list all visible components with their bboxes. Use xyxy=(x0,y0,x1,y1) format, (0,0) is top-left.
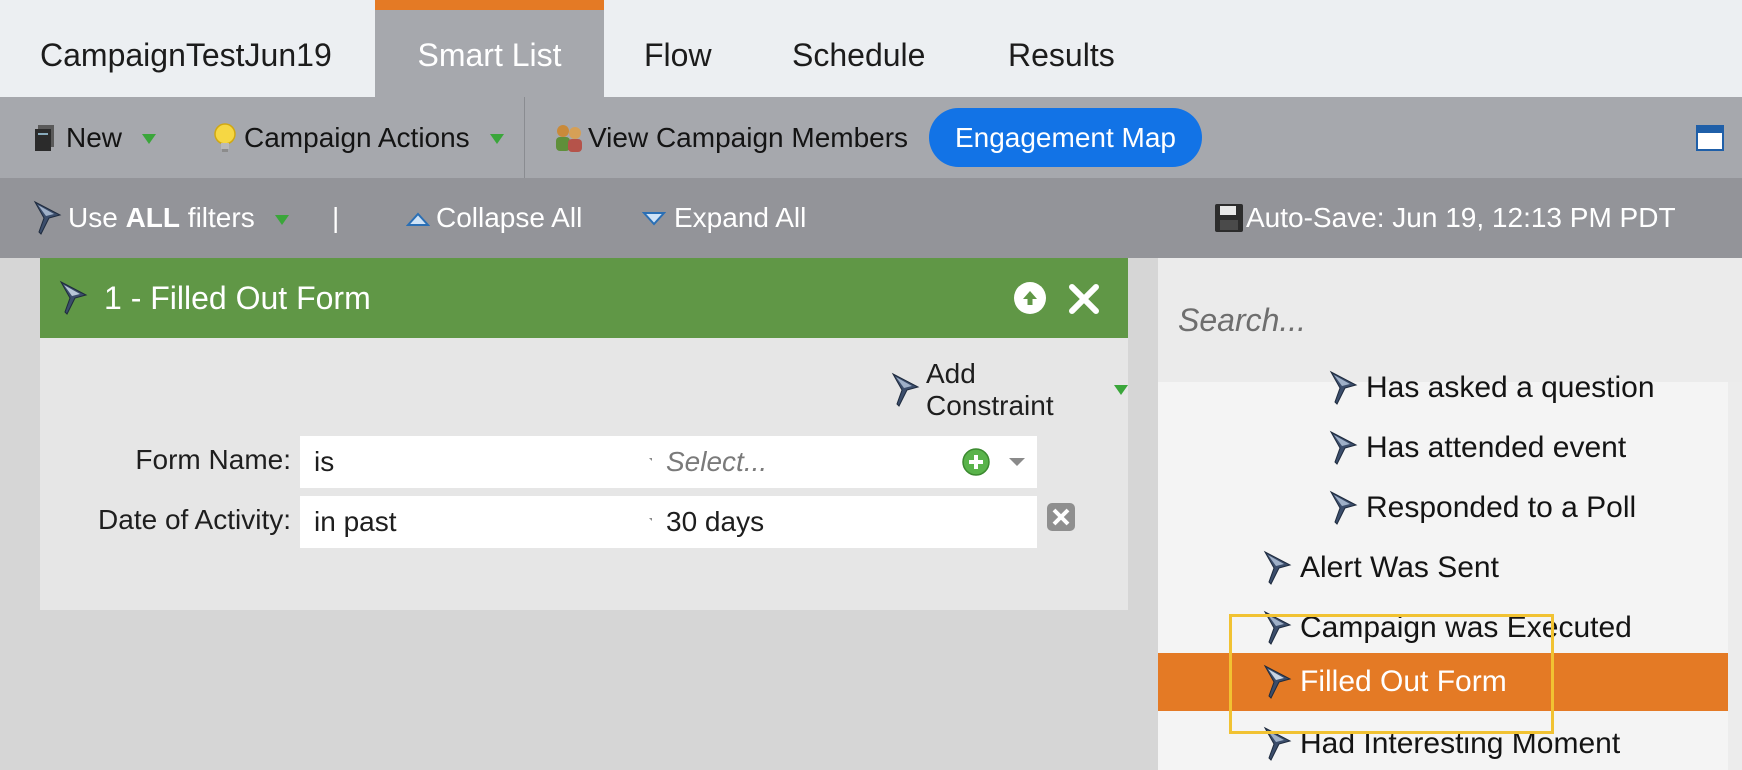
date-of-activity-label: Date of Activity: xyxy=(98,504,291,535)
chevron-down-icon xyxy=(274,214,289,225)
tab-campaign-name[interactable]: CampaignTestJun19 xyxy=(40,0,332,97)
annotation-highlight-box xyxy=(1229,614,1554,734)
filter-card-body: Add Constraint Form Name: is Select... D… xyxy=(40,338,1128,610)
tree-item-has-attended-event[interactable]: Has attended event xyxy=(1328,420,1626,476)
triangle-down-icon xyxy=(641,202,667,234)
tab-flow[interactable]: Flow xyxy=(644,0,712,97)
window-maximize-icon[interactable] xyxy=(1696,97,1724,178)
use-suffix-label: filters xyxy=(187,202,255,233)
form-name-value-select[interactable]: Select... xyxy=(652,436,1037,488)
add-constraint-label: Add Constraint xyxy=(926,358,1054,421)
funnel-icon xyxy=(1328,430,1360,466)
view-campaign-members-label: View Campaign Members xyxy=(588,121,909,153)
tree-item-label: Has attended event xyxy=(1366,431,1627,464)
date-operator-select[interactable]: in past xyxy=(300,496,677,548)
autosave-label: Auto-Save: Jun 19, 12:13 PM PDT xyxy=(1246,202,1676,233)
tree-item-has-asked-a-question[interactable]: Has asked a question xyxy=(1328,360,1655,416)
new-menu-button[interactable]: New xyxy=(34,97,157,178)
funnel-icon xyxy=(1328,370,1360,406)
collapse-all-label: Collapse All xyxy=(436,202,583,233)
use-all-label: ALL xyxy=(125,202,181,233)
tab-bar: CampaignTestJun19 Smart List Flow Schedu… xyxy=(0,0,1742,97)
funnel-icon xyxy=(58,280,90,316)
expand-all-button[interactable]: Expand All xyxy=(641,178,807,258)
engagement-map-button[interactable]: Engagement Map xyxy=(929,108,1202,167)
toolbar-divider xyxy=(524,97,525,178)
tab-schedule[interactable]: Schedule xyxy=(792,0,925,97)
date-value-input[interactable]: 30 days xyxy=(652,496,1037,548)
chevron-down-icon xyxy=(1009,458,1025,466)
remove-constraint-icon[interactable] xyxy=(1046,502,1076,532)
add-plus-icon[interactable] xyxy=(961,447,991,477)
funnel-icon xyxy=(1328,490,1360,526)
campaign-actions-button[interactable]: Campaign Actions xyxy=(212,97,504,178)
lightbulb-icon xyxy=(212,122,238,154)
operator-value: in past xyxy=(314,506,397,537)
tab-smart-list[interactable]: Smart List xyxy=(375,0,604,97)
expand-all-label: Expand All xyxy=(674,202,807,233)
filter-bar: Use ALL filters | Collapse All Expand Al… xyxy=(0,178,1742,258)
date-value: 30 days xyxy=(666,506,765,537)
toolbar: New Campaign Actions View Campaign Membe… xyxy=(0,97,1742,178)
triangle-up-icon xyxy=(405,202,431,234)
form-name-operator-select[interactable]: is xyxy=(300,436,677,488)
filter-card-header: 1 - Filled Out Form xyxy=(40,258,1128,338)
use-all-filters-button[interactable]: Use ALL filters xyxy=(32,178,289,258)
operator-value: is xyxy=(314,446,335,477)
campaign-actions-label: Campaign Actions xyxy=(244,121,470,153)
move-up-icon[interactable] xyxy=(1014,282,1046,314)
save-disk-icon xyxy=(1214,203,1244,233)
chevron-down-icon xyxy=(142,134,157,144)
form-name-label: Form Name: xyxy=(135,444,291,475)
collapse-all-button[interactable]: Collapse All xyxy=(405,178,583,258)
tree-item-label: Responded to a Poll xyxy=(1366,491,1637,524)
funnel-icon xyxy=(1262,550,1294,586)
tree-item-alert-was-sent[interactable]: Alert Was Sent xyxy=(1262,540,1499,596)
chevron-down-icon xyxy=(1114,385,1128,395)
close-icon[interactable] xyxy=(1067,282,1101,316)
new-document-icon xyxy=(34,124,56,152)
people-icon xyxy=(552,122,586,154)
tree-item-label: Alert Was Sent xyxy=(1300,551,1499,584)
add-constraint-button[interactable]: Add Constraint xyxy=(890,358,1128,421)
funnel-icon xyxy=(32,200,64,236)
tree-item-label: Has asked a question xyxy=(1366,371,1655,404)
filter-card-title: 1 - Filled Out Form xyxy=(104,279,371,316)
funnel-icon xyxy=(890,372,922,408)
chevron-down-icon xyxy=(489,134,504,144)
form-select-placeholder: Select... xyxy=(666,446,768,477)
panel-scrollbar[interactable] xyxy=(1728,382,1742,770)
use-prefix-label: Use xyxy=(68,202,118,233)
filter-bar-separator: | xyxy=(332,202,340,233)
tree-item-responded-to-a-poll[interactable]: Responded to a Poll xyxy=(1328,480,1636,536)
autosave-status: Auto-Save: Jun 19, 12:13 PM PDT xyxy=(1214,178,1676,258)
new-label: New xyxy=(66,121,123,153)
view-campaign-members-button[interactable]: View Campaign Members xyxy=(552,97,908,178)
tab-results[interactable]: Results xyxy=(1008,0,1115,97)
